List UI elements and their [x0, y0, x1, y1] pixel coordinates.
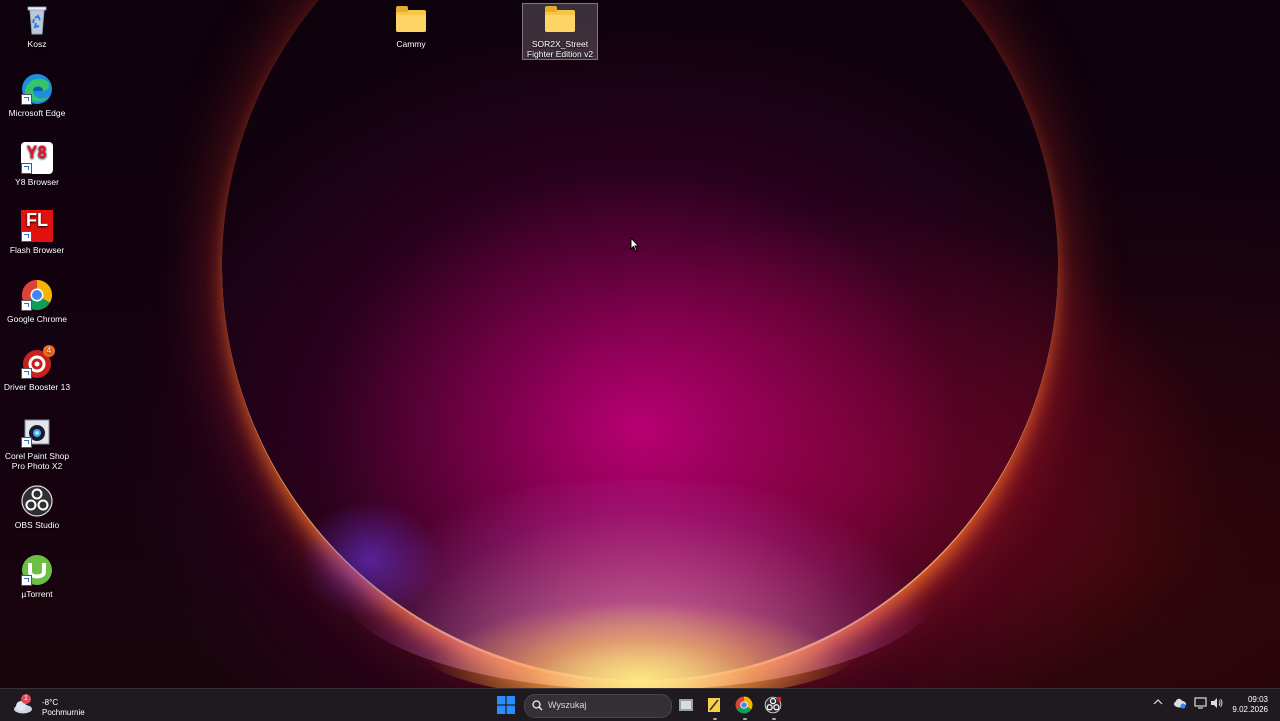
corel-paint-shop-icon	[21, 416, 53, 448]
desktop-icon-google-chrome[interactable]: Google Chrome	[0, 279, 74, 324]
desktop-wallpaper	[0, 0, 1280, 688]
folder-icon	[395, 4, 427, 36]
file-explorer-icon	[679, 699, 693, 711]
recycle-bin-icon	[21, 4, 53, 36]
taskbar: 1 -8°C Pochmurnie Wyszukaj 09:03 9.02.20…	[0, 688, 1280, 721]
tray-volume[interactable]	[1210, 697, 1224, 712]
taskbar-obs-studio[interactable]	[764, 693, 784, 720]
flash-logo-text: FL	[26, 210, 48, 230]
desktop-icon-label: Google Chrome	[6, 314, 67, 324]
desktop-icon-label: Cammy	[396, 39, 426, 49]
start-button[interactable]	[497, 693, 517, 717]
desktop-icon-label: Driver Booster 13	[3, 382, 71, 392]
weather-widget[interactable]: 1 -8°C Pochmurnie	[8, 693, 88, 717]
desktop-folder-cammy[interactable]: Cammy	[374, 4, 448, 49]
edge-icon	[21, 73, 53, 105]
desktop-icon-obs-studio[interactable]: OBS Studio	[0, 485, 74, 530]
desktop-icon-label: OBS Studio	[14, 520, 60, 530]
chrome-icon	[21, 279, 53, 311]
folder-icon	[544, 4, 576, 36]
search-placeholder: Wyszukaj	[548, 700, 587, 710]
desktop-icon-label: Microsoft Edge	[8, 108, 66, 118]
obs-studio-icon	[21, 485, 53, 517]
tray-network[interactable]	[1194, 697, 1207, 712]
desktop-icon-microsoft-edge[interactable]: Microsoft Edge	[0, 73, 74, 118]
chevron-up-icon	[1153, 699, 1163, 705]
cloud-icon	[1174, 698, 1186, 709]
desktop-icon-label: Kosz	[27, 39, 47, 49]
notepad-icon	[708, 698, 720, 712]
desktop-icon-label: Corel Paint Shop Pro Photo X2	[4, 451, 70, 471]
show-hidden-icons-button[interactable]	[1153, 698, 1163, 709]
y8-browser-icon: Y8	[21, 142, 53, 174]
weather-text: -8°C Pochmurnie	[42, 698, 85, 718]
desktop-icon-recycle-bin[interactable]: Kosz	[0, 4, 74, 49]
flash-browser-icon: FL	[21, 210, 53, 242]
taskbar-search-box[interactable]: Wyszukaj	[524, 694, 672, 718]
mouse-cursor	[630, 236, 640, 257]
desktop-icon-label: Flash Browser	[9, 245, 65, 255]
taskbar-notepad[interactable]	[705, 693, 725, 720]
desktop-icon-flash-browser[interactable]: FL Flash Browser	[0, 210, 74, 255]
taskbar-clock[interactable]: 09:03 9.02.2026	[1232, 695, 1268, 715]
y8-logo-text: Y8	[26, 143, 48, 163]
utorrent-icon	[21, 554, 53, 586]
weather-temperature: -8°C	[42, 698, 59, 707]
clock-date: 9.02.2026	[1232, 705, 1268, 714]
desktop-icon-utorrent[interactable]: µTorrent	[0, 554, 74, 599]
desktop-icon-label: SOR2X_Street Fighter Edition v2	[526, 39, 594, 59]
speaker-icon	[1211, 698, 1223, 708]
desktop-folder-sor2x[interactable]: SOR2X_Street Fighter Edition v2	[522, 3, 598, 60]
tray-onedrive[interactable]	[1173, 697, 1187, 712]
driver-booster-icon: 4	[21, 345, 55, 379]
desktop-icon-y8-browser[interactable]: Y8 Y8 Browser	[0, 142, 74, 187]
windows-logo-icon	[497, 696, 515, 714]
weather-condition: Pochmurnie	[42, 708, 85, 717]
desktop-icon-corel-paint-shop[interactable]: Corel Paint Shop Pro Photo X2	[0, 416, 74, 471]
desktop-icon-label: Y8 Browser	[15, 177, 59, 187]
obs-studio-icon	[764, 696, 782, 714]
taskbar-file-explorer[interactable]	[677, 693, 697, 717]
taskbar-google-chrome[interactable]	[735, 693, 755, 720]
network-icon	[1194, 697, 1207, 709]
search-icon	[532, 700, 543, 711]
chrome-icon	[735, 696, 753, 714]
driver-booster-badge: 4	[43, 345, 55, 357]
clock-time: 09:03	[1247, 695, 1268, 704]
weather-alert-badge: 1	[21, 694, 31, 704]
desktop-icon-driver-booster[interactable]: 4 Driver Booster 13	[0, 345, 74, 392]
desktop-icon-label: µTorrent	[21, 589, 53, 599]
